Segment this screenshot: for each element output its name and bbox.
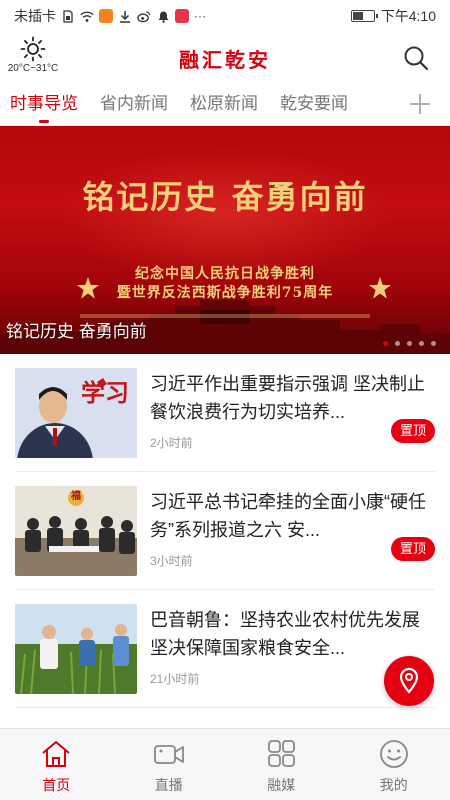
pinned-badge: 置顶	[391, 537, 435, 561]
weibo-icon	[137, 9, 151, 23]
home-icon	[42, 741, 70, 767]
app-title: 融汇乾安	[179, 48, 271, 72]
location-button[interactable]	[384, 656, 434, 706]
search-icon	[404, 46, 429, 71]
app-header: 20°C~31°C 融汇乾安	[0, 32, 450, 82]
news-time: 21小时前	[150, 672, 200, 686]
status-left: 未插卡 ···	[14, 6, 206, 26]
nav-home[interactable]: 首页	[0, 729, 113, 800]
news-list: 学习 习近平作出重要指示强调 坚决制止餐饮浪费行为切实培养... 2小时前 置顶	[0, 354, 450, 728]
video-camera-icon	[153, 745, 184, 764]
nav-label: 直播	[154, 777, 183, 793]
sim-icon	[61, 9, 75, 23]
battery-icon	[350, 10, 378, 22]
tab-label: 省内新闻	[100, 93, 168, 113]
tab-qianan-news[interactable]: 乾安要闻	[280, 82, 348, 126]
news-item[interactable]: 学习 习近平作出重要指示强调 坚决制止餐饮浪费行为切实培养... 2小时前 置顶	[15, 354, 435, 472]
news-time: 2小时前	[150, 436, 193, 450]
wifi-icon	[80, 9, 94, 23]
carousel-dot[interactable]	[395, 341, 400, 346]
search-button[interactable]	[402, 44, 430, 72]
weather-temperature: 20°C~31°C	[7, 63, 59, 74]
nav-label: 我的	[379, 777, 408, 793]
tab-label: 松原新闻	[190, 93, 258, 113]
location-pin-icon	[399, 667, 419, 694]
carousel-dot[interactable]	[383, 341, 388, 346]
pinned-badge: 置顶	[391, 419, 435, 443]
plus-icon	[410, 94, 430, 114]
nav-profile[interactable]: 我的	[338, 729, 450, 800]
app-badge-icon	[175, 9, 189, 23]
thumb-image	[15, 604, 137, 694]
news-time: 3小时前	[150, 554, 193, 568]
weather-widget[interactable]: 20°C~31°C	[4, 36, 62, 74]
tab-label: 时事导览	[10, 93, 78, 113]
battery-level	[352, 12, 363, 20]
app-screen: 未插卡 ··· 下午4:10 20°C~31°C 融汇乾安 时事导览 省内新闻 …	[0, 0, 450, 800]
banner-carousel[interactable]: 铭记历史 奋勇向前 纪念中国人民抗日战争胜利 暨世界反法西斯战争胜利75周年 铭…	[0, 126, 450, 354]
tab-label: 乾安要闻	[280, 93, 348, 113]
app-notify-icon	[99, 9, 113, 23]
news-item[interactable]: 巴音朝鲁：坚持农业农村优先发展 坚决保障国家粮食安全... 21小时前	[15, 590, 435, 708]
news-title: 习近平作出重要指示强调 坚决制止餐饮浪费行为切实培养...	[150, 374, 425, 422]
tab-songyuan-news[interactable]: 松原新闻	[190, 82, 258, 126]
news-thumbnail: 福	[15, 486, 137, 576]
nav-label: 融媒	[267, 777, 296, 793]
thumb-caption: 学习	[81, 378, 129, 407]
active-tab-indicator	[39, 119, 49, 123]
more-notifications: ···	[194, 9, 206, 23]
carousel-dot[interactable]	[431, 341, 436, 346]
tab-province-news[interactable]: 省内新闻	[100, 82, 168, 126]
banner-caption: 铭记历史 奋勇向前	[6, 322, 147, 341]
category-tabs: 时事导览 省内新闻 松原新闻 乾安要闻	[0, 82, 450, 126]
download-icon	[118, 9, 132, 23]
carrier-text: 未插卡	[14, 8, 56, 24]
news-thumbnail	[15, 604, 137, 694]
add-channel-button[interactable]	[408, 92, 432, 116]
sun-icon	[20, 36, 46, 62]
status-bar: 未插卡 ··· 下午4:10	[0, 0, 450, 32]
nav-label: 首页	[42, 777, 71, 793]
news-item[interactable]: 福 习近平总书记牵挂的全面小康“硬任务”系列报道之六 安... 3小时前 置顶	[15, 472, 435, 590]
smile-icon	[379, 740, 408, 768]
tab-current-affairs[interactable]: 时事导览	[10, 82, 78, 126]
news-title: 习近平总书记牵挂的全面小康“硬任务”系列报道之六 安...	[150, 492, 426, 540]
carousel-dots	[383, 341, 436, 346]
news-thumbnail: 学习	[15, 368, 137, 458]
bell-icon	[156, 9, 170, 23]
thumb-caption: 福	[71, 491, 81, 502]
bottom-nav: 首页 直播 融媒 我的	[0, 728, 450, 800]
clock: 下午4:10	[380, 8, 436, 24]
status-right: 下午4:10	[350, 6, 436, 26]
nav-media[interactable]: 融媒	[225, 729, 338, 800]
carousel-dot[interactable]	[407, 341, 412, 346]
carousel-dot[interactable]	[419, 341, 424, 346]
nav-live[interactable]: 直播	[113, 729, 226, 800]
grid-icon	[268, 740, 296, 767]
news-title: 巴音朝鲁：坚持农业农村优先发展 坚决保障国家粮食安全...	[150, 610, 420, 658]
banner-headline: 铭记历史 奋勇向前	[82, 178, 368, 216]
